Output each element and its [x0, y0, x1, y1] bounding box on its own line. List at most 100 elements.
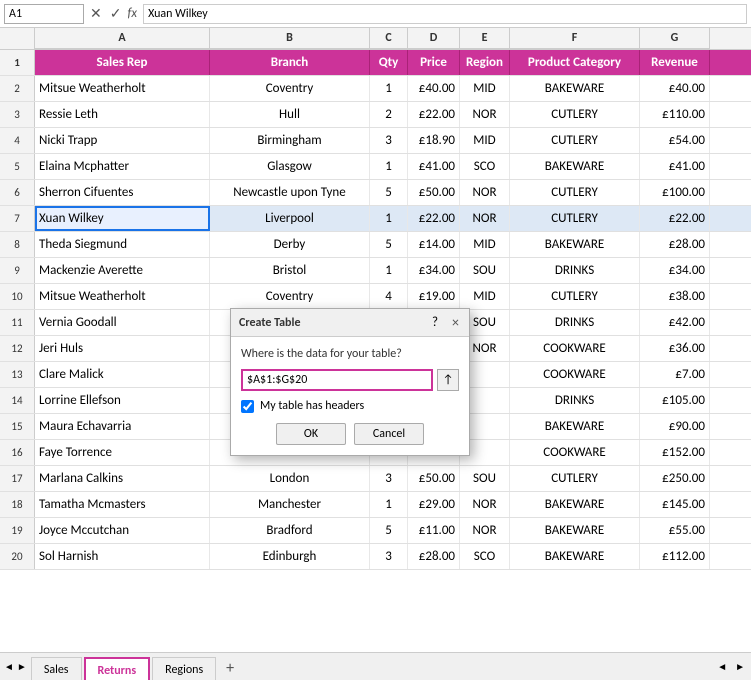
cell-d20[interactable]: £28.00 [408, 544, 460, 569]
cell-a17[interactable]: Marlana Calkins [35, 466, 210, 491]
table-row[interactable]: 17 Marlana Calkins London 3 £50.00 SOU C… [0, 466, 751, 492]
cell-a12[interactable]: Jeri Huls [35, 336, 210, 361]
cell-e4[interactable]: MID [460, 128, 510, 153]
cell-c8[interactable]: 5 [370, 232, 408, 257]
cell-a7[interactable]: Xuan Wilkey [35, 206, 210, 231]
table-row[interactable]: 3 Ressie Leth Hull 2 £22.00 NOR CUTLERY … [0, 102, 751, 128]
table-row[interactable]: 8 Theda Siegmund Derby 5 £14.00 MID BAKE… [0, 232, 751, 258]
cell-a15[interactable]: Maura Echavarria [35, 414, 210, 439]
cell-f14[interactable]: DRINKS [510, 388, 640, 413]
cell-g13[interactable]: £7.00 [640, 362, 710, 387]
dialog-collapse-button[interactable]: ↑ [437, 369, 459, 391]
col-header-a[interactable]: A [35, 28, 210, 49]
tab-regions[interactable]: Regions [152, 657, 216, 680]
cell-f16[interactable]: COOKWARE [510, 440, 640, 465]
table-row[interactable]: 5 Elaina Mcphatter Glasgow 1 £41.00 SCO … [0, 154, 751, 180]
cell-c20[interactable]: 3 [370, 544, 408, 569]
cell-e18[interactable]: NOR [460, 492, 510, 517]
cell-a16[interactable]: Faye Torrence [35, 440, 210, 465]
cell-e2[interactable]: MID [460, 76, 510, 101]
cell-f8[interactable]: BAKEWARE [510, 232, 640, 257]
cell-f10[interactable]: CUTLERY [510, 284, 640, 309]
cell-f5[interactable]: BAKEWARE [510, 154, 640, 179]
cell-b5[interactable]: Glasgow [210, 154, 370, 179]
cell-g12[interactable]: £36.00 [640, 336, 710, 361]
cell-f2[interactable]: BAKEWARE [510, 76, 640, 101]
table-row[interactable]: 18 Tamatha Mcmasters Manchester 1 £29.00… [0, 492, 751, 518]
col-header-g[interactable]: G [640, 28, 710, 49]
cell-g6[interactable]: £100.00 [640, 180, 710, 205]
table-row[interactable]: 6 Sherron Cifuentes Newcastle upon Tyne … [0, 180, 751, 206]
cell-g16[interactable]: £152.00 [640, 440, 710, 465]
create-table-dialog[interactable]: Create Table ? × Where is the data for y… [230, 308, 470, 456]
cell-c10[interactable]: 4 [370, 284, 408, 309]
cell-f4[interactable]: CUTLERY [510, 128, 640, 153]
cell-f17[interactable]: CUTLERY [510, 466, 640, 491]
dialog-help-icon[interactable]: ? [432, 315, 438, 330]
cell-c3[interactable]: 2 [370, 102, 408, 127]
cell-g19[interactable]: £55.00 [640, 518, 710, 543]
table-row[interactable]: 7 Xuan Wilkey Liverpool 1 £22.00 NOR CUT… [0, 206, 751, 232]
cell-g9[interactable]: £34.00 [640, 258, 710, 283]
cancel-formula-btn[interactable]: ✕ [88, 5, 104, 22]
scroll-left-icon[interactable]: ◄ [4, 660, 14, 673]
cell-b6[interactable]: Newcastle upon Tyne [210, 180, 370, 205]
cell-c2[interactable]: 1 [370, 76, 408, 101]
cell-g11[interactable]: £42.00 [640, 310, 710, 335]
tab-returns[interactable]: Returns [84, 657, 151, 680]
cell-a2[interactable]: Mitsue Weatherholt [35, 76, 210, 101]
cell-b20[interactable]: Edinburgh [210, 544, 370, 569]
cell-g8[interactable]: £28.00 [640, 232, 710, 257]
cell-a11[interactable]: Vernia Goodall [35, 310, 210, 335]
cell-g17[interactable]: £250.00 [640, 466, 710, 491]
cell-f19[interactable]: BAKEWARE [510, 518, 640, 543]
cell-a18[interactable]: Tamatha Mcmasters [35, 492, 210, 517]
table-row[interactable]: 4 Nicki Trapp Birmingham 3 £18.90 MID CU… [0, 128, 751, 154]
cell-d9[interactable]: £34.00 [408, 258, 460, 283]
cell-c5[interactable]: 1 [370, 154, 408, 179]
cell-c17[interactable]: 3 [370, 466, 408, 491]
cell-d17[interactable]: £50.00 [408, 466, 460, 491]
header-cell-b1[interactable]: Branch [210, 50, 370, 75]
cell-d5[interactable]: £41.00 [408, 154, 460, 179]
dialog-close-button[interactable]: × [450, 314, 461, 331]
cell-f6[interactable]: CUTLERY [510, 180, 640, 205]
cell-a13[interactable]: Clare Malick [35, 362, 210, 387]
cell-d7[interactable]: £22.00 [408, 206, 460, 231]
cell-e10[interactable]: MID [460, 284, 510, 309]
cell-b18[interactable]: Manchester [210, 492, 370, 517]
cell-a10[interactable]: Mitsue Weatherholt [35, 284, 210, 309]
cell-g14[interactable]: £105.00 [640, 388, 710, 413]
cell-f18[interactable]: BAKEWARE [510, 492, 640, 517]
tab-add-button[interactable]: + [218, 657, 242, 680]
cell-a8[interactable]: Theda Siegmund [35, 232, 210, 257]
confirm-formula-btn[interactable]: ✓ [108, 5, 124, 22]
cell-d2[interactable]: £40.00 [408, 76, 460, 101]
formula-input[interactable] [143, 4, 747, 24]
cell-d10[interactable]: £19.00 [408, 284, 460, 309]
cell-c7[interactable]: 1 [370, 206, 408, 231]
cell-g5[interactable]: £41.00 [640, 154, 710, 179]
cell-a9[interactable]: Mackenzie Averette [35, 258, 210, 283]
cell-f12[interactable]: COOKWARE [510, 336, 640, 361]
dialog-ok-button[interactable]: OK [276, 423, 346, 445]
cell-c6[interactable]: 5 [370, 180, 408, 205]
cell-e6[interactable]: NOR [460, 180, 510, 205]
cell-b3[interactable]: Hull [210, 102, 370, 127]
cell-f9[interactable]: DRINKS [510, 258, 640, 283]
header-cell-d1[interactable]: Price [408, 50, 460, 75]
cell-f20[interactable]: BAKEWARE [510, 544, 640, 569]
cell-b10[interactable]: Coventry [210, 284, 370, 309]
cell-d4[interactable]: £18.90 [408, 128, 460, 153]
cell-g4[interactable]: £54.00 [640, 128, 710, 153]
col-header-b[interactable]: B [210, 28, 370, 49]
cell-a6[interactable]: Sherron Cifuentes [35, 180, 210, 205]
cell-f15[interactable]: BAKEWARE [510, 414, 640, 439]
header-cell-e1[interactable]: Region [460, 50, 510, 75]
table-row[interactable]: 20 Sol Harnish Edinburgh 3 £28.00 SCO BA… [0, 544, 751, 570]
table-row[interactable]: 9 Mackenzie Averette Bristol 1 £34.00 SO… [0, 258, 751, 284]
cell-g3[interactable]: £110.00 [640, 102, 710, 127]
header-cell-c1[interactable]: Qty [370, 50, 408, 75]
col-header-f[interactable]: F [510, 28, 640, 49]
cell-a20[interactable]: Sol Harnish [35, 544, 210, 569]
